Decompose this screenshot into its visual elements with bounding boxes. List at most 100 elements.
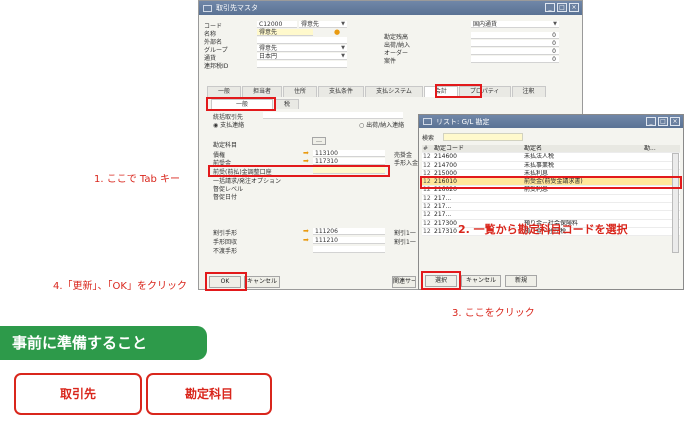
account-name: 未払事業税: [524, 161, 555, 169]
subtab-tax[interactable]: 税: [275, 99, 300, 109]
group-value: 得意先: [259, 45, 278, 52]
account-code: 214700: [434, 161, 457, 169]
label-bill-collection: 手形回収: [213, 239, 238, 246]
callout-step-1: 1. ここで Tab キー: [94, 174, 181, 185]
currency-select[interactable]: 日本円 ▼: [257, 53, 347, 60]
tab-addresses[interactable]: 住所: [283, 86, 318, 97]
label-dishonored-bills: 不渡手形: [213, 248, 238, 255]
radio-payment-consolidation[interactable]: ◉ 支払連絡: [213, 120, 244, 129]
bill-collection-input[interactable]: 111210: [313, 237, 385, 244]
code-input[interactable]: C12000: [257, 21, 297, 28]
currency-value: 日本円: [259, 53, 278, 60]
label-discount-1: 割引1一: [394, 230, 416, 237]
row-number: 12: [423, 203, 431, 211]
column-header[interactable]: 勘定コード: [432, 145, 522, 152]
card-business-partner[interactable]: 取引先: [14, 373, 142, 415]
tab-payment-system[interactable]: 支払システム: [365, 86, 423, 97]
search-input[interactable]: [443, 133, 523, 141]
account-name: [522, 195, 642, 202]
highlight-accounting-tab: [435, 84, 482, 98]
minimize-icon[interactable]: _: [545, 3, 555, 12]
highlight-select-button: [421, 271, 461, 290]
control-accounts-button[interactable]: …: [312, 137, 326, 145]
chevron-down-icon: ▼: [341, 21, 345, 27]
link-arrow-icon[interactable]: ●: [334, 28, 340, 36]
account-code: 214600: [434, 153, 457, 161]
cancel-button[interactable]: キャンセル: [244, 276, 280, 288]
table-row[interactable]: 12 217...: [422, 211, 680, 220]
maximize-icon[interactable]: □: [658, 117, 668, 126]
code-type-select[interactable]: 得意先 ▼: [299, 21, 347, 28]
table-row[interactable]: 12 217...: [422, 194, 680, 204]
account-name: [522, 203, 642, 210]
maximize-icon[interactable]: □: [557, 3, 567, 12]
tab-remarks[interactable]: 注釈: [511, 86, 546, 97]
account-name: 未払法人税: [524, 153, 555, 161]
card-gl-account[interactable]: 勘定科目: [146, 373, 272, 415]
list-window-titlebar[interactable]: リスト: G/L 勘定: [419, 115, 683, 128]
name-input[interactable]: 得意先: [257, 29, 313, 36]
vertical-scrollbar[interactable]: [672, 153, 679, 253]
label-tax-id: 連邦税ID: [204, 63, 229, 70]
row-number: 12: [423, 211, 431, 219]
label-control-accounts: 勘定科目: [213, 142, 238, 149]
new-button[interactable]: 新規: [505, 275, 537, 287]
account-code: 217...: [434, 211, 452, 219]
opportunities-value: 0: [471, 56, 559, 63]
row-number: 12: [423, 219, 431, 227]
gl-account-list-window: リスト: G/L 勘定 _ □ × 検索 # 勘定コード 勘定名 勘... 12…: [418, 114, 684, 290]
search-label: 検索: [422, 135, 435, 142]
tax-id-input[interactable]: [257, 61, 347, 68]
close-icon[interactable]: ×: [670, 117, 680, 126]
table-header: # 勘定コード 勘定名 勘...: [422, 145, 680, 154]
foreign-name-input[interactable]: [257, 37, 347, 44]
label-discount-2: 割引1一: [394, 239, 416, 246]
row-number: 12: [423, 153, 431, 161]
tab-contacts[interactable]: 担当者: [242, 86, 283, 97]
main-window-title: 取引先マスタ: [216, 4, 258, 12]
balance-value: 0: [471, 32, 559, 39]
down-payment-account-input[interactable]: 117310: [313, 158, 385, 165]
callout-step-3: 3. ここをクリック: [452, 308, 535, 319]
code-type-value: 得意先: [301, 21, 320, 28]
highlight-selected-row: [420, 176, 682, 189]
label-discounted-bills: 割引手形: [213, 230, 238, 237]
radio-delivery-consolidation[interactable]: ○ 出荷/納入連絡: [359, 120, 404, 129]
column-header[interactable]: #: [422, 145, 432, 152]
table-row[interactable]: 12 214600 未払法人税: [422, 153, 680, 162]
section-heading: 事前に準備すること: [0, 326, 207, 360]
radio-left-label: 支払連絡: [220, 122, 245, 129]
orders-value: 0: [471, 48, 559, 55]
highlight-ok-button: [205, 272, 247, 291]
minimize-icon[interactable]: _: [646, 117, 656, 126]
link-arrow-icon[interactable]: ➡: [303, 149, 309, 157]
row-number: 12: [423, 194, 431, 202]
link-arrow-icon[interactable]: ➡: [303, 227, 309, 235]
tab-payment-terms[interactable]: 支払条件: [318, 86, 365, 97]
highlight-general-subtab: [206, 97, 276, 111]
account-name: [522, 211, 642, 218]
list-window-controls: _ □ ×: [646, 117, 680, 126]
discounted-bills-input[interactable]: 111206: [313, 228, 385, 235]
column-header[interactable]: 勘定名: [522, 145, 642, 152]
tab-general[interactable]: 一般: [207, 86, 242, 97]
list-cancel-button[interactable]: キャンセル: [461, 275, 501, 287]
link-arrow-icon[interactable]: ➡: [303, 236, 309, 244]
receivables-account-input[interactable]: 113100: [313, 150, 385, 157]
table-row[interactable]: 12 214700 未払事業税: [422, 161, 680, 170]
currency-type-select[interactable]: 国内通貨 ▼: [471, 21, 559, 28]
window-icon: [203, 4, 212, 12]
label-bills-received: 手形入金: [394, 160, 419, 167]
table-row[interactable]: 12 217...: [422, 203, 680, 212]
radio-right-label: 出荷/納入連絡: [366, 122, 405, 129]
dishonored-bills-input[interactable]: [313, 246, 385, 253]
column-header[interactable]: 勘...: [642, 145, 680, 152]
close-icon[interactable]: ×: [569, 3, 579, 12]
chevron-down-icon: ▼: [341, 53, 345, 59]
account-code: 217...: [434, 194, 452, 202]
main-window-titlebar[interactable]: 取引先マスタ: [199, 1, 582, 15]
consolidating-bp-input[interactable]: [263, 112, 403, 119]
group-select[interactable]: 得意先 ▼: [257, 45, 347, 52]
related-services-button[interactable]: 関連サー: [392, 276, 416, 288]
link-arrow-icon[interactable]: ➡: [303, 157, 309, 165]
